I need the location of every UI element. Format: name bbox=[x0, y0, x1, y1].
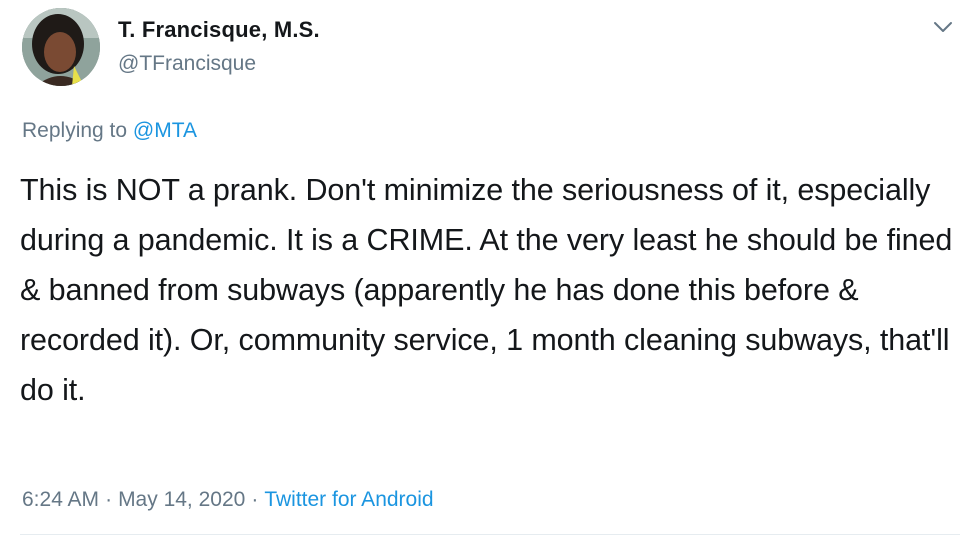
replying-prefix: Replying to bbox=[22, 119, 128, 142]
user-handle[interactable]: @TFrancisque bbox=[118, 52, 256, 76]
meta-separator: · bbox=[251, 488, 259, 511]
avatar[interactable] bbox=[22, 8, 100, 86]
chevron-down-icon[interactable] bbox=[930, 14, 956, 40]
tweet-meta: 6:24 AM · May 14, 2020 · Twitter for Android bbox=[22, 488, 434, 512]
tweet-source-link[interactable]: Twitter for Android bbox=[264, 488, 433, 511]
meta-separator: · bbox=[105, 488, 113, 511]
display-name[interactable]: T. Francisque, M.S. bbox=[118, 17, 320, 43]
tweet-time[interactable]: 6:24 AM bbox=[22, 488, 99, 511]
reply-mention-link[interactable]: @MTA bbox=[133, 119, 197, 142]
tweet-text: This is NOT a prank. Don't minimize the … bbox=[20, 173, 953, 407]
divider bbox=[20, 534, 960, 535]
tweet-date[interactable]: May 14, 2020 bbox=[118, 488, 245, 511]
replying-to: Replying to @MTA bbox=[22, 119, 197, 143]
avatar-photo bbox=[22, 8, 100, 86]
